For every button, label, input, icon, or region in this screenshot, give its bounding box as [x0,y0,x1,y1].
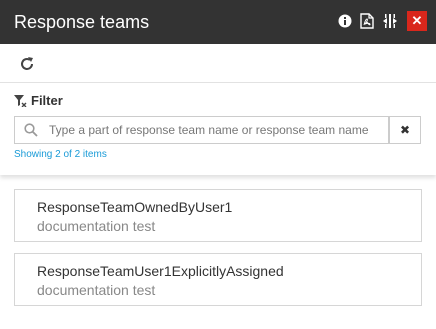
list-item[interactable]: ResponseTeamUser1ExplicitlyAssigned docu… [14,253,422,306]
pdf-export-icon[interactable] [358,11,376,31]
clear-icon: ✖ [399,123,411,137]
close-icon: ✕ [411,13,423,28]
window-title: Response teams [14,12,150,32]
team-description: documentation test [37,282,156,298]
refresh-icon [21,57,33,70]
list-item[interactable]: ResponseTeamOwnedByUser1 documentation t… [14,189,422,242]
clear-search-button[interactable]: ✖ [389,116,421,144]
search-box [14,116,389,144]
search-icon [24,123,38,137]
search-input[interactable] [49,120,384,140]
filter-panel: Filter ✖ Showing 2 of 2 items [0,83,436,175]
toolbar [0,44,436,83]
filter-toggle[interactable]: Filter [14,91,63,109]
close-button[interactable]: ✕ [407,11,427,31]
refresh-button[interactable] [16,53,38,75]
items-count: Showing 2 of 2 items [14,149,107,160]
filter-icon [14,94,27,107]
resize-icon[interactable] [381,11,399,31]
filter-label: Filter [31,92,63,108]
info-icon[interactable] [336,11,354,31]
team-name: ResponseTeamOwnedByUser1 [37,199,233,215]
window-header: Response teams ✕ [0,0,436,44]
team-description: documentation test [37,218,156,234]
team-name: ResponseTeamUser1ExplicitlyAssigned [37,263,284,279]
